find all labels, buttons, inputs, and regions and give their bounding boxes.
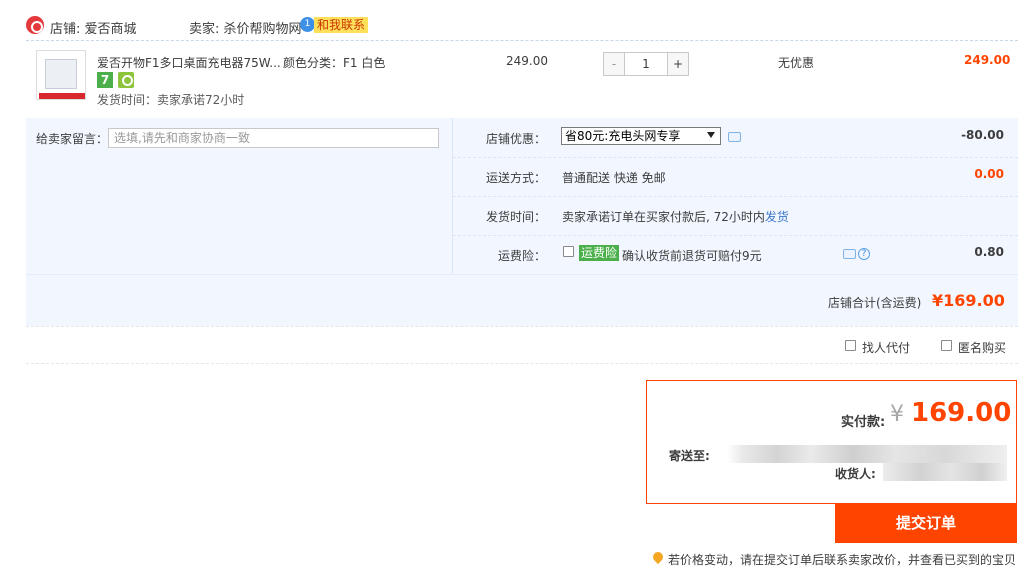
item-total: 249.00 bbox=[964, 53, 1011, 67]
order-options-panel: 给卖家留言： 选填,请先和商家协商一致 店铺优惠： 省80元:充电头网专享 -8… bbox=[26, 118, 1018, 274]
shop-name[interactable]: 店铺: 爱否商城 bbox=[50, 18, 137, 37]
divider bbox=[453, 196, 1018, 197]
anonymous-checkbox[interactable] bbox=[941, 340, 952, 351]
insurance-tag: 运费险 bbox=[579, 245, 620, 261]
anonymous-label[interactable]: 匿名购买 bbox=[958, 339, 1006, 356]
chat-bubble-icon[interactable] bbox=[728, 132, 741, 142]
divider bbox=[453, 157, 1018, 158]
message-label: 给卖家留言： bbox=[36, 132, 109, 146]
seven-day-return-icon[interactable]: 7 bbox=[97, 72, 113, 88]
shop-discount-select[interactable]: 省80元:充电头网专享 bbox=[561, 127, 721, 145]
guarantee-icon[interactable] bbox=[118, 72, 134, 88]
item-row: 爱否开物F1多口桌面充电器75W... 颜色分类：F1 白色 7 发货时间：卖家… bbox=[26, 42, 1018, 118]
shop-header: 店铺: 爱否商城 卖家: 杀价帮购物网 1 和我联系 bbox=[24, 14, 1018, 38]
payment-label: 实付款: bbox=[841, 415, 886, 430]
product-thumbnail[interactable] bbox=[36, 50, 86, 100]
message-input[interactable]: 选填,请先和商家协商一致 bbox=[108, 128, 439, 148]
shop-logo-icon bbox=[26, 16, 44, 34]
shop-discount-value: 省80元:充电头网专享 bbox=[565, 129, 681, 143]
item-discount: 无优惠 bbox=[778, 56, 815, 70]
submit-order-button[interactable]: 提交订单 bbox=[835, 504, 1017, 543]
dispatch-text: 卖家承诺订单在买家付款后, 72小时内发货 bbox=[562, 208, 789, 225]
unit-price: 249.00 bbox=[506, 54, 548, 68]
location-pin-icon bbox=[650, 549, 666, 565]
shop-discount-label: 店铺优惠： bbox=[485, 132, 546, 146]
insurance-amount: 0.80 bbox=[974, 245, 1004, 259]
quantity-input[interactable]: 1 bbox=[625, 53, 667, 75]
ship-to-label: 寄送至: bbox=[669, 449, 710, 463]
dispatch-label: 发货时间： bbox=[485, 210, 546, 224]
receiver-label: 收货人: bbox=[835, 467, 876, 481]
divider bbox=[26, 363, 1018, 364]
charger-image bbox=[45, 59, 77, 89]
shop-total-value: ¥169.00 bbox=[932, 291, 1005, 310]
product-title-link[interactable]: 爱否开物F1多口桌面充电器75W... bbox=[97, 54, 281, 71]
dropdown-arrow-icon bbox=[707, 132, 715, 138]
insurance-text: 确认收货前退货可赔付9元 bbox=[622, 249, 762, 263]
product-ship-time: 发货时间：卖家承诺72小时 bbox=[97, 93, 245, 107]
insurance-label: 运费险： bbox=[497, 249, 546, 263]
shop-discount-amount: -80.00 bbox=[961, 128, 1004, 142]
dispatch-value: 卖家承诺订单在买家付款后, 72小时内 bbox=[562, 210, 765, 224]
insurance-checkbox[interactable] bbox=[563, 246, 574, 257]
chat-bubble-icon[interactable] bbox=[843, 249, 856, 259]
help-icon[interactable]: ? bbox=[858, 248, 870, 260]
payment-currency: ¥ bbox=[890, 402, 904, 427]
quantity-increase-button[interactable]: + bbox=[667, 53, 688, 75]
quantity-stepper: - 1 + bbox=[603, 52, 689, 76]
shop-summary: 店铺合计(含运费) ¥169.00 bbox=[26, 274, 1018, 326]
quantity-decrease-button[interactable]: - bbox=[604, 53, 625, 75]
shipping-amount: 0.00 bbox=[974, 167, 1004, 181]
payment-summary-box: 实付款: ¥ 169.00 寄送至: 收货人: bbox=[646, 380, 1017, 504]
divider bbox=[26, 326, 1018, 327]
receiver-redacted bbox=[883, 463, 1007, 481]
shop-total-label: 店铺合计(含运费) bbox=[828, 296, 922, 310]
product-sku: 颜色分类：F1 白色 bbox=[283, 56, 386, 70]
divider bbox=[453, 235, 1018, 236]
payment-amount: 169.00 bbox=[911, 398, 1012, 428]
proxy-pay-label[interactable]: 找人代付 bbox=[862, 339, 910, 356]
divider bbox=[26, 40, 1018, 41]
contact-seller-button[interactable]: 和我联系 bbox=[314, 17, 369, 33]
proxy-pay-checkbox[interactable] bbox=[845, 340, 856, 351]
shipping-method: 普通配送 快递 免邮 bbox=[562, 171, 666, 185]
dispatch-link[interactable]: 发货 bbox=[765, 210, 789, 224]
address-redacted bbox=[727, 445, 1007, 463]
seller-name[interactable]: 卖家: 杀价帮购物网 bbox=[189, 18, 302, 37]
price-change-notice: 若价格变动，请在提交订单后联系卖家改价，并查看已买到的宝贝 bbox=[668, 553, 1017, 567]
thumbnail-banner bbox=[39, 93, 85, 99]
shipping-label: 运送方式： bbox=[485, 171, 546, 185]
chat-icon[interactable]: 1 bbox=[300, 17, 315, 32]
